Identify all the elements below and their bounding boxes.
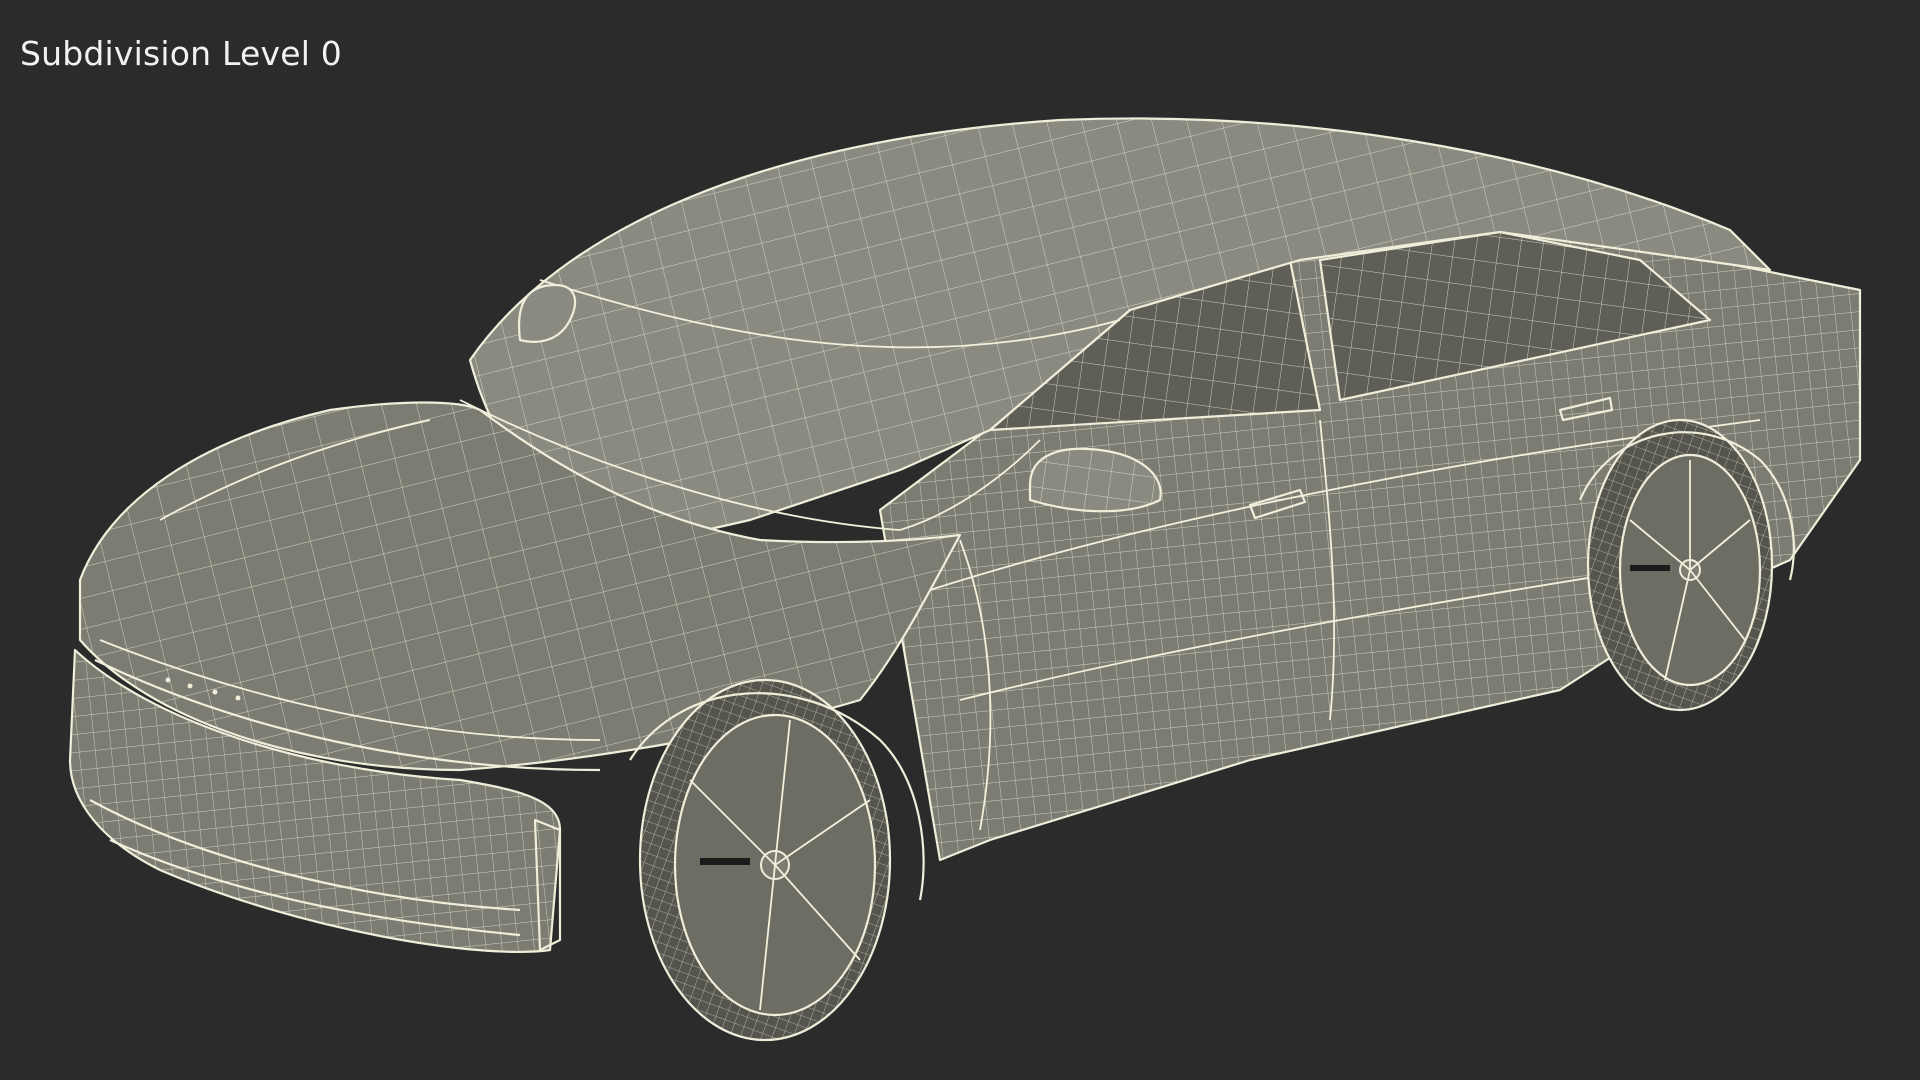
rear-wheel (1586, 418, 1774, 712)
car-wireframe-render (68, 117, 1862, 1042)
front-wheel (638, 678, 892, 1042)
3d-viewport[interactable]: Subdivision Level 0 (0, 0, 1920, 1080)
